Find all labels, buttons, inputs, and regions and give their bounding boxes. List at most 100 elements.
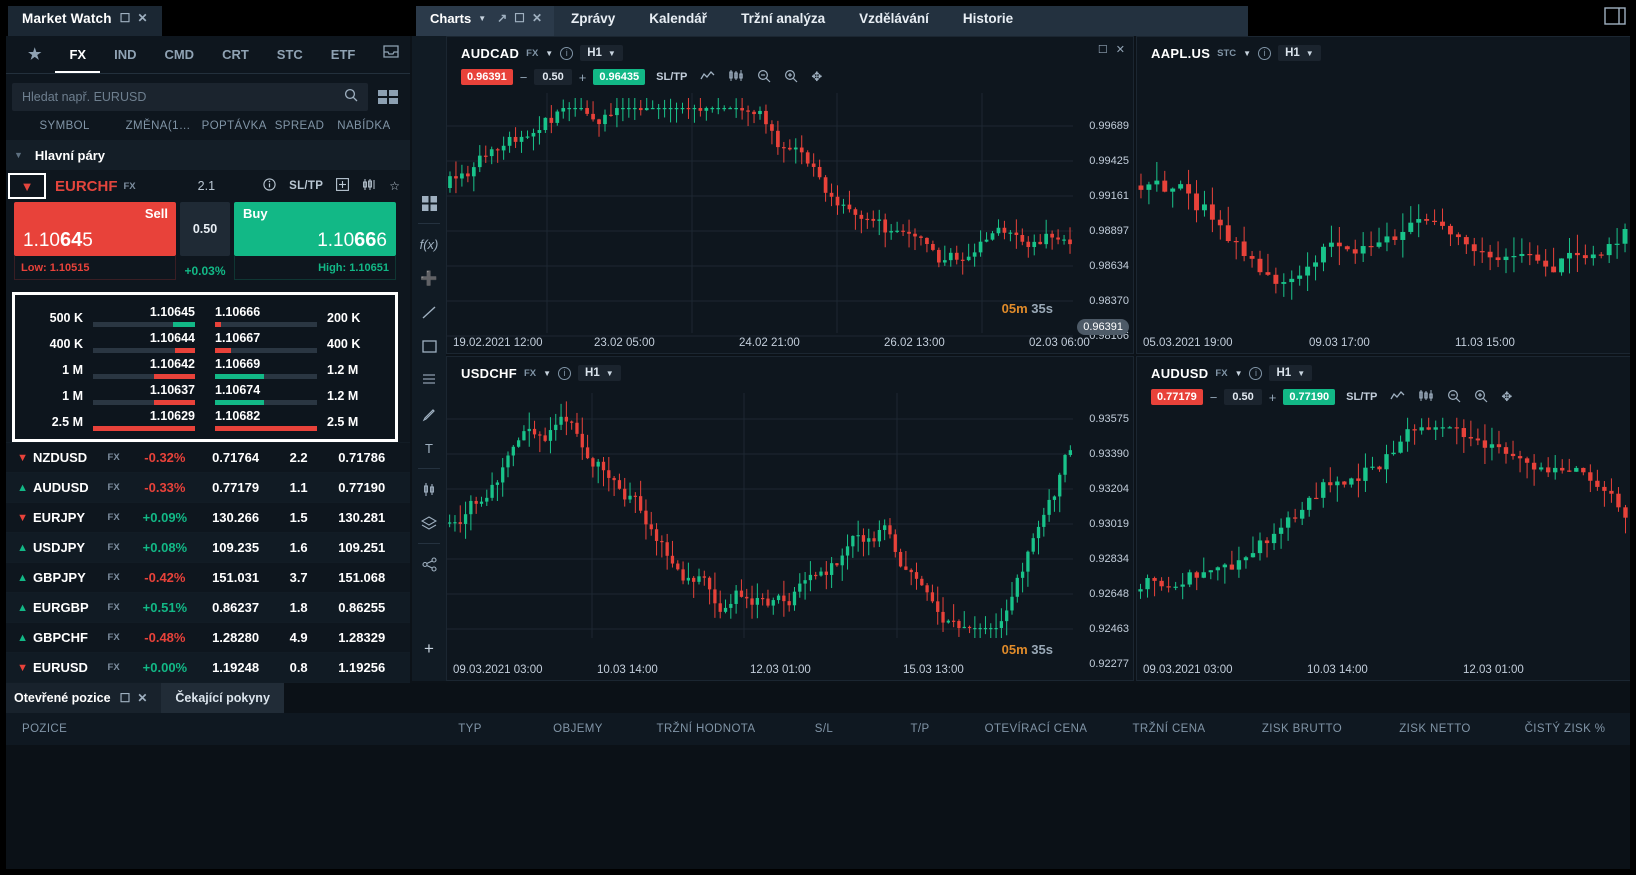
chevron-down-icon[interactable]: ▼	[1235, 369, 1243, 378]
restore-icon[interactable]: ☐	[514, 12, 525, 24]
menu-item-zpravy[interactable]: Zprávy	[554, 0, 632, 36]
list-item[interactable]: ▲ AUDUSD FX -0.33% 0.77179 1.1 0.77190	[0, 472, 410, 502]
list-item[interactable]: ▲ GBPJPY FX -0.42% 151.031 3.7 151.068	[0, 562, 410, 592]
chart-sltp-button[interactable]: SL/TP	[656, 71, 687, 83]
line-chart-icon[interactable]	[1390, 390, 1405, 405]
move-crosshair-icon[interactable]: ✥	[1501, 389, 1512, 405]
chart-plot-usdchf[interactable]	[447, 393, 1133, 680]
fibonacci-icon[interactable]	[415, 363, 443, 397]
lot-size-value[interactable]: 0.50	[180, 202, 230, 256]
chart-buy-price[interactable]: 0.96435	[593, 69, 646, 85]
rectangle-icon[interactable]	[415, 329, 443, 363]
ladder-row[interactable]: 400 K 1.10644 1.10667 400 K	[21, 328, 389, 354]
ladder-row[interactable]: 2.5 M 1.10629 1.10682 2.5 M	[21, 406, 389, 432]
zoom-in-icon[interactable]	[1474, 389, 1488, 406]
tab-ind[interactable]: IND	[100, 37, 150, 73]
candlestick-icon[interactable]	[1418, 389, 1434, 405]
ladder-row[interactable]: 1 M 1.10637 1.10674 1.2 M	[21, 380, 389, 406]
menu-charts[interactable]: Charts ▼ ↗ ☐ ✕	[416, 0, 554, 36]
timeframe-selector[interactable]: H1 ▼	[1269, 365, 1313, 381]
pencil-draw-icon[interactable]	[415, 397, 443, 431]
info-icon[interactable]: i	[1258, 46, 1272, 60]
chart-lot-value[interactable]: 0.50	[1224, 389, 1262, 405]
favorite-star-icon[interactable]: ☆	[389, 179, 400, 193]
chart-lot-value[interactable]: 0.50	[534, 69, 572, 85]
text-tool-icon[interactable]: T	[415, 431, 443, 465]
restore-icon[interactable]: ☐	[1098, 43, 1108, 56]
chart-buy-price[interactable]: 0.77190	[1283, 389, 1336, 405]
menu-item-vzdelavani[interactable]: Vzdělávání	[842, 0, 946, 36]
menu-item-kalendar[interactable]: Kalendář	[632, 0, 724, 36]
candlestick-icon[interactable]	[728, 69, 744, 85]
tab-otevrene-pozice[interactable]: Otevřené pozice ☐ ✕	[0, 683, 162, 713]
tab-crt[interactable]: CRT	[208, 37, 263, 73]
market-watch-window-tab[interactable]: Market Watch ☐ ✕	[8, 0, 162, 36]
layers-icon[interactable]	[415, 506, 443, 540]
share-icon[interactable]	[415, 547, 443, 581]
list-item[interactable]: ▼ NZDUSD FX -0.32% 0.71764 2.2 0.71786	[0, 442, 410, 472]
tab-cekajici-pokyny[interactable]: Čekající pokyny	[161, 683, 284, 713]
list-item[interactable]: ▼ EURJPY FX +0.09% 130.266 1.5 130.281	[0, 502, 410, 532]
ladder-row[interactable]: 500 K 1.10645 1.10666 200 K	[21, 302, 389, 328]
menu-item-trzni-analyza[interactable]: Tržní analýza	[724, 0, 842, 36]
trendline-icon[interactable]	[415, 295, 443, 329]
chevron-down-icon[interactable]: ▼	[1243, 49, 1251, 58]
ladder-row[interactable]: 1 M 1.10642 1.10669 1.2 M	[21, 354, 389, 380]
add-chart-button[interactable]: +	[417, 637, 441, 661]
tab-stc[interactable]: STC	[263, 37, 317, 73]
timeframe-selector[interactable]: H1 ▼	[580, 45, 623, 61]
list-item[interactable]: ▼ EURUSD FX +0.00% 1.19248 0.8 1.19256	[0, 652, 410, 682]
buy-button[interactable]: Buy 1.10666	[234, 202, 396, 256]
chart-sell-price[interactable]: 0.77179	[1151, 389, 1203, 405]
inbox-icon[interactable]	[369, 37, 415, 73]
info-icon[interactable]: i	[560, 46, 574, 60]
add-icon[interactable]	[336, 178, 350, 194]
zoom-in-icon[interactable]	[784, 69, 798, 86]
tab-cmd[interactable]: CMD	[150, 37, 208, 73]
popout-icon[interactable]: ↗	[497, 12, 507, 24]
zoom-out-icon[interactable]	[757, 69, 771, 86]
close-icon[interactable]: ✕	[137, 692, 147, 704]
chart-plot-audusd[interactable]	[1137, 413, 1635, 680]
info-icon[interactable]	[263, 178, 276, 194]
search-input[interactable]	[22, 90, 344, 104]
info-icon[interactable]: i	[558, 366, 572, 380]
line-chart-icon[interactable]	[700, 70, 715, 85]
zoom-out-icon[interactable]	[1447, 389, 1461, 406]
layout-toggle-icon[interactable]	[378, 90, 398, 104]
search-box[interactable]	[12, 83, 368, 111]
decrease-lot-button[interactable]: −	[1203, 390, 1225, 405]
close-icon[interactable]: ✕	[1116, 43, 1125, 56]
move-crosshair-icon[interactable]: ✥	[811, 69, 822, 85]
close-icon[interactable]: ✕	[532, 12, 542, 24]
list-item[interactable]: ▲ USDJPY FX +0.08% 109.235 1.6 109.251	[0, 532, 410, 562]
tab-favorites[interactable]: ★	[6, 37, 55, 73]
crosshair-icon[interactable]: ➕	[415, 261, 443, 295]
decrease-lot-button[interactable]: −	[513, 70, 535, 85]
close-icon[interactable]: ✕	[137, 12, 147, 24]
chart-sltp-button[interactable]: SL/TP	[1346, 391, 1377, 403]
grid-layout-icon[interactable]	[415, 186, 443, 220]
tab-etf[interactable]: ETF	[317, 37, 370, 73]
menu-item-historie[interactable]: Historie	[946, 0, 1030, 36]
chevron-down-icon[interactable]: ▼	[545, 49, 553, 58]
restore-icon[interactable]: ☐	[120, 12, 131, 24]
restore-icon[interactable]: ☐	[120, 692, 131, 704]
chevron-down-icon[interactable]: ▼	[543, 369, 551, 378]
chart-candles-icon[interactable]	[362, 178, 376, 194]
indicators-fx-icon[interactable]: f(x)	[415, 227, 443, 261]
list-item[interactable]: ▲ EURGBP FX +0.51% 0.86237 1.8 0.86255	[0, 592, 410, 622]
group-row-hlavni-pary[interactable]: ▼ Hlavní páry	[0, 140, 410, 170]
layout-panel-icon[interactable]	[1604, 6, 1626, 31]
timeframe-selector[interactable]: H1 ▼	[578, 365, 621, 381]
list-item[interactable]: ▲ GBPCHF FX -0.48% 1.28280 4.9 1.28329	[0, 622, 410, 652]
increase-lot-button[interactable]: +	[572, 70, 594, 85]
expand-collapse-button[interactable]: ▼	[8, 173, 46, 199]
chart-sell-price[interactable]: 0.96391	[461, 69, 513, 85]
increase-lot-button[interactable]: +	[1262, 390, 1284, 405]
candles-style-icon[interactable]	[415, 472, 443, 506]
tab-fx[interactable]: FX	[55, 37, 101, 73]
sell-button[interactable]: Sell 1.10645	[14, 202, 176, 256]
timeframe-selector[interactable]: H1 ▼	[1278, 45, 1321, 61]
info-icon[interactable]: i	[1249, 366, 1263, 380]
